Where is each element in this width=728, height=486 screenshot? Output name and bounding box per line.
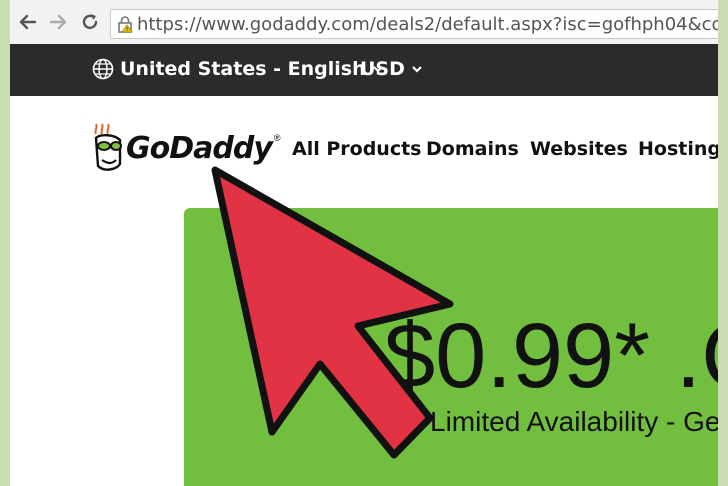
back-button[interactable]: [16, 10, 40, 34]
nav-domains[interactable]: Domains: [426, 138, 519, 160]
browser-toolbar: https://www.godaddy.com/deals2/default.a…: [10, 0, 718, 45]
currency-selector[interactable]: USD: [360, 58, 423, 80]
promo-price: $0.99* .C: [384, 305, 718, 407]
chevron-down-icon: [412, 66, 422, 73]
promo-banner[interactable]: $0.99* .C Limited Availability - Get: [184, 208, 718, 486]
globe-icon: [92, 58, 114, 80]
reload-icon: [82, 14, 98, 30]
main-navigation: GoDaddy ® All Products Domains Websites …: [10, 96, 718, 196]
logo-wordmark: GoDaddy: [126, 130, 273, 166]
nav-hosting[interactable]: Hosting &: [638, 138, 718, 160]
utility-bar: United States - English USD: [10, 44, 718, 96]
country-language-selector[interactable]: United States - English: [92, 58, 384, 80]
logo-registered-mark: ®: [273, 133, 281, 143]
country-language-label: United States - English: [120, 58, 366, 80]
reload-button[interactable]: [78, 10, 102, 34]
currency-label: USD: [360, 58, 405, 80]
back-arrow-icon: [19, 14, 37, 30]
nav-websites[interactable]: Websites: [530, 138, 628, 160]
forward-button[interactable]: [46, 10, 70, 34]
url-text: https://www.godaddy.com/deals2/default.a…: [137, 14, 718, 35]
godaddy-logo[interactable]: GoDaddy ®: [90, 120, 281, 176]
godaddy-guy-icon: [94, 123, 122, 171]
lock-warning-icon: [118, 16, 133, 33]
browser-window: https://www.godaddy.com/deals2/default.a…: [10, 0, 718, 486]
forward-arrow-icon: [49, 14, 67, 30]
address-bar[interactable]: https://www.godaddy.com/deals2/default.a…: [110, 9, 718, 39]
nav-all-products[interactable]: All Products: [292, 138, 421, 160]
promo-subtitle: Limited Availability - Get: [430, 406, 718, 437]
